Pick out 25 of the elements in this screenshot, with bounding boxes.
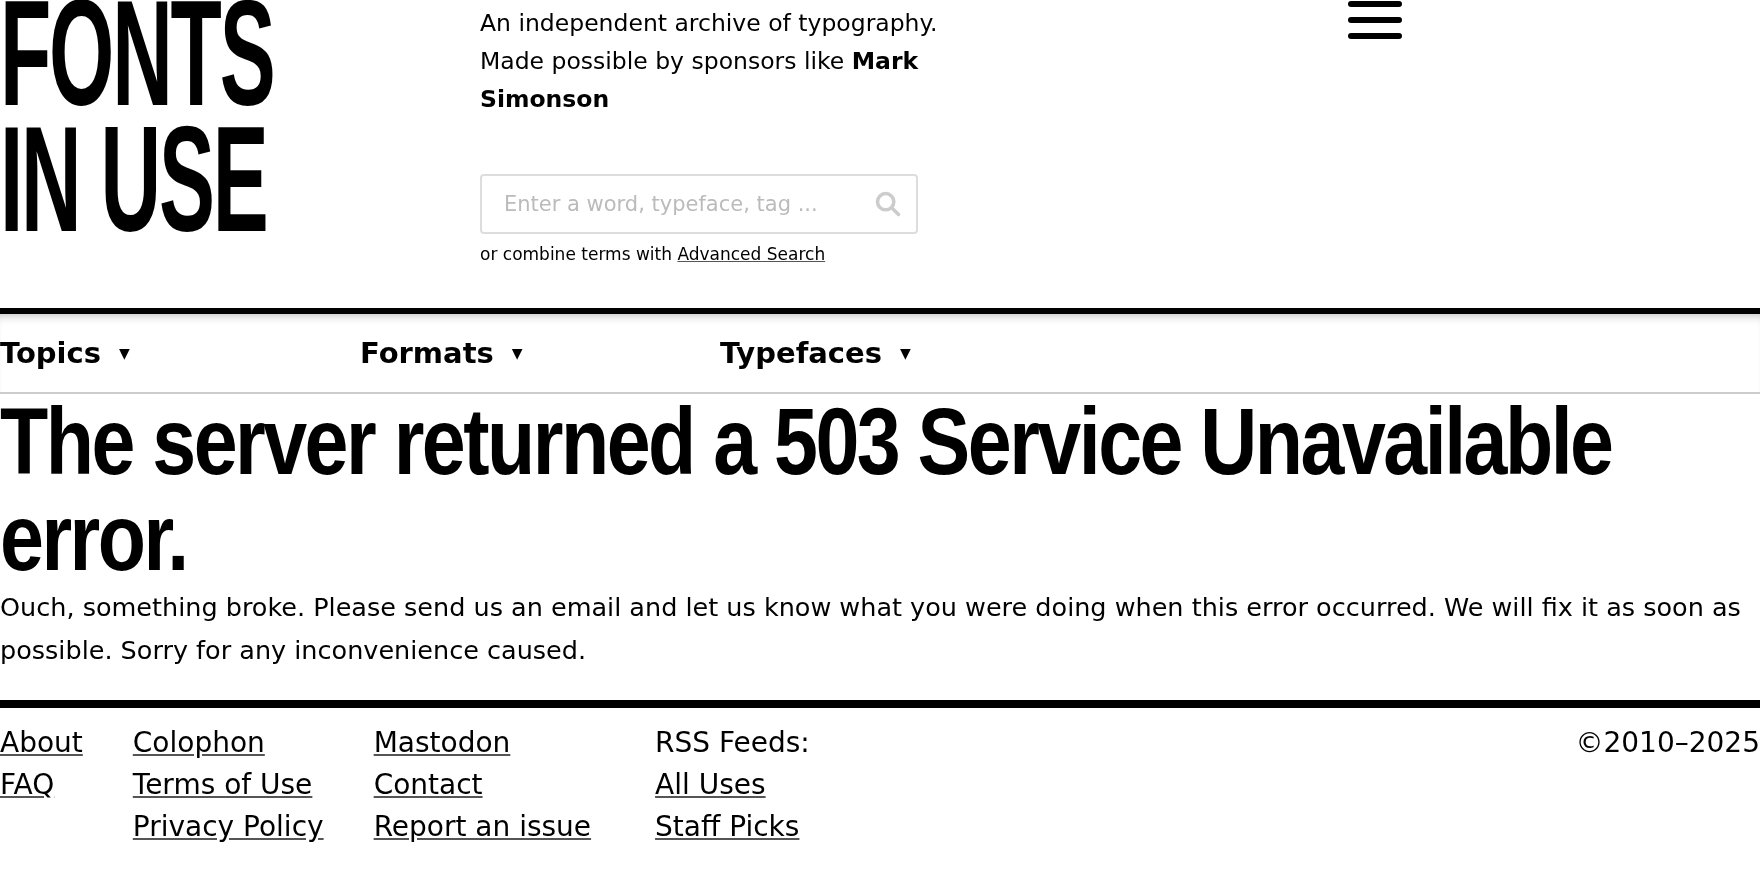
error-heading: The server returned a 503 Service Unavailable error. [0, 394, 1613, 586]
menu-icon[interactable] [1348, 0, 1402, 40]
footer-link[interactable]: All Uses [655, 764, 810, 806]
copyright-text: ©2010–2025 [1575, 725, 1760, 761]
nav-menu[interactable]: Topics ▼ [0, 336, 360, 370]
footer-link[interactable]: Report an issue [373, 806, 592, 848]
nav-menu[interactable]: Typefaces ▼ [720, 336, 1080, 370]
logo-text[interactable]: IN USE [0, 116, 267, 242]
sponsor-text: Made possible by sponsors like Mark Simonson [480, 46, 920, 115]
footer-link[interactable]: Mastodon [373, 722, 592, 764]
tagline-text: An independent archive of typography. [480, 8, 939, 39]
footer-link[interactable]: Terms of Use [132, 764, 324, 806]
advanced-search-link[interactable]: Advanced Search [677, 244, 826, 264]
search-hint-text: or combine terms with [480, 244, 672, 264]
footer-heading: RSS Feeds: [655, 725, 810, 761]
footer-link[interactable]: About [0, 722, 83, 764]
search-field[interactable]: Enter a word, typeface, tag ... [480, 174, 918, 234]
nav-menu[interactable]: Formats ▼ [360, 336, 720, 370]
error-message: Ouch, something broke. Please send us an email and let us know what you were doing when this error occurred. We will fix it as soon as possible. Sorry for any inconvenience caused. [0, 591, 1742, 667]
footer-link[interactable]: Contact [373, 764, 592, 806]
footer-link[interactable]: Privacy Policy [132, 806, 324, 848]
footer-link[interactable]: Colophon [132, 722, 324, 764]
footer-link[interactable]: FAQ [0, 764, 83, 806]
footer-link[interactable]: Staff Picks [655, 806, 810, 848]
logo-text[interactable]: FONTS [0, 0, 274, 116]
